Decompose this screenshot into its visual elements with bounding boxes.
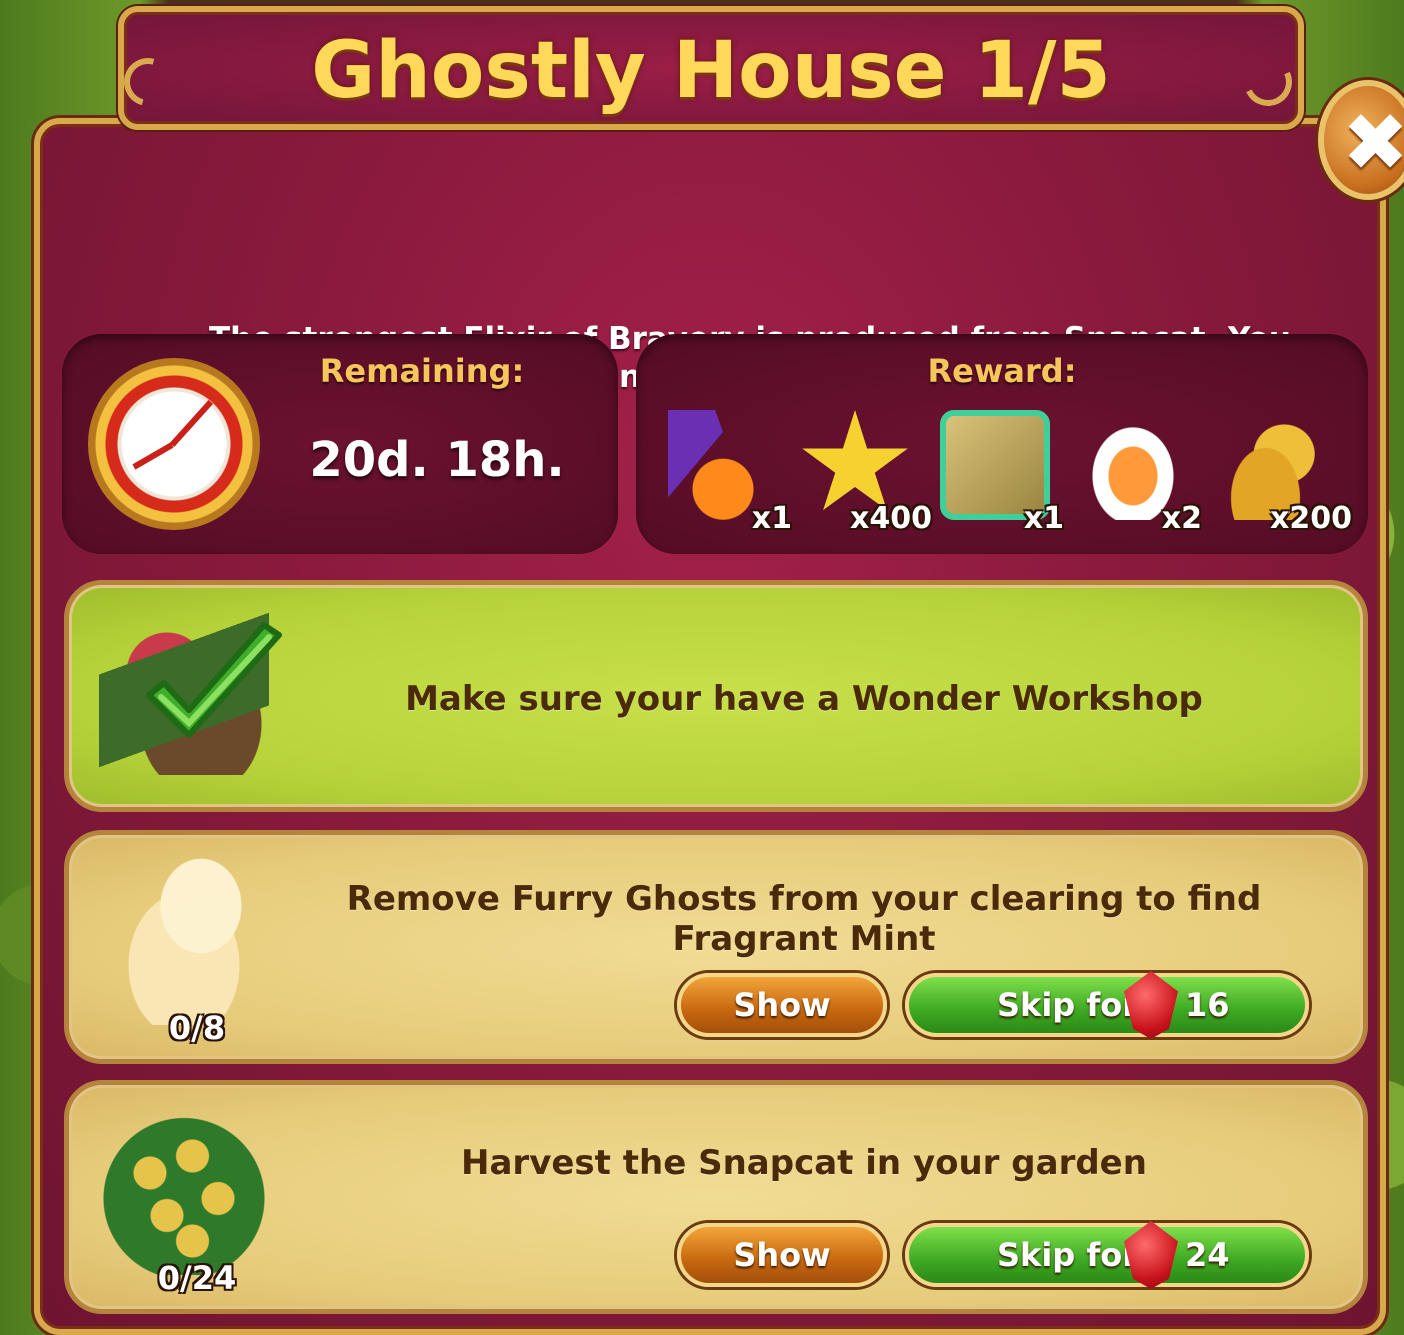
dialog-title: Ghostly House 1/5 [311, 26, 1111, 116]
show-button[interactable]: Show [677, 973, 887, 1037]
remaining-box: Remaining: 20d. 18h. [62, 334, 618, 554]
task-text: Remove Furry Ghosts from your clearing t… [346, 879, 1262, 959]
clock-icon [88, 358, 260, 530]
skip-cost: 24 [1185, 1236, 1230, 1274]
reward-item[interactable]: x1 [934, 406, 1064, 536]
task-row-wonder-workshop: Make sure your have a Wonder Workshop [64, 580, 1368, 812]
show-button[interactable]: Show [677, 1223, 887, 1287]
reward-item[interactable]: x200 [1210, 406, 1352, 536]
remaining-time: 20d. 18h. [309, 432, 565, 488]
task-row-harvest-snapcat: 0/24 Harvest the Snapcat in your garden … [64, 1080, 1368, 1314]
reward-qty: x1 [1023, 501, 1064, 536]
reward-list: x1 x400 x1 x2 x200 [662, 406, 1352, 536]
skip-label: Skip for [997, 1236, 1139, 1274]
checkmark-icon [146, 622, 282, 738]
reward-item[interactable]: x2 [1072, 406, 1202, 536]
snapcat-plant-icon [99, 1105, 269, 1275]
task-progress: 0/24 [157, 1259, 237, 1297]
reward-qty: x2 [1161, 501, 1202, 536]
remaining-label: Remaining: [319, 352, 525, 390]
reward-qty: x1 [751, 501, 792, 536]
task-text: Harvest the Snapcat in your garden [461, 1143, 1147, 1183]
title-banner: Ghostly House 1/5 [118, 6, 1304, 130]
skip-cost: 16 [1185, 986, 1230, 1024]
reward-item[interactable]: x400 [794, 406, 932, 536]
reward-qty: x400 [850, 501, 932, 536]
furry-ghost-icon [99, 855, 269, 1025]
skip-label: Skip for [997, 986, 1139, 1024]
task-row-furry-ghosts: 0/8 Remove Furry Ghosts from your cleari… [64, 830, 1368, 1064]
reward-item[interactable]: x1 [662, 406, 792, 536]
skip-button[interactable]: Skip for 16 [905, 971, 1309, 1039]
task-progress: 0/8 [168, 1009, 226, 1047]
reward-box: Reward: x1 x400 x1 x2 x200 [636, 334, 1368, 554]
task-text: Make sure your have a Wonder Workshop [405, 679, 1203, 719]
quest-dialog: The strongest Elixir of Bravery is produ… [34, 118, 1386, 1335]
skip-button[interactable]: Skip for 24 [905, 1221, 1309, 1289]
reward-qty: x200 [1270, 501, 1352, 536]
close-icon: ✖ [1342, 96, 1404, 189]
reward-label: Reward: [927, 352, 1077, 390]
